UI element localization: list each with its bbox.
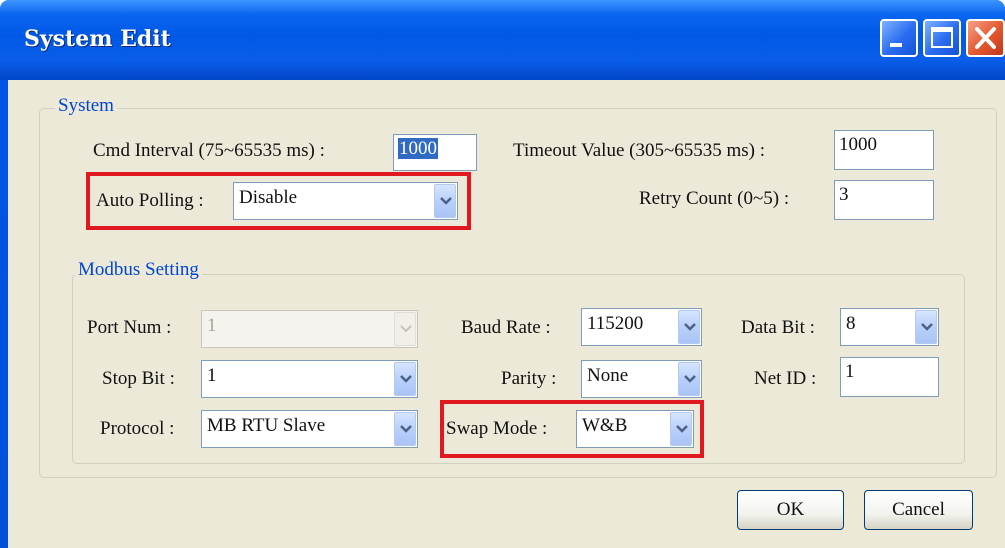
net-id-input[interactable]: 1: [840, 357, 939, 397]
protocol-value: MB RTU Slave: [207, 415, 326, 436]
swap-mode-highlight: [440, 400, 704, 458]
baud-rate-select[interactable]: 115200: [581, 308, 702, 346]
port-num-dropdown-button: [394, 312, 416, 346]
baud-rate-value: 115200: [587, 313, 644, 334]
system-group-label: System: [55, 95, 117, 117]
chevron-down-icon: [400, 375, 412, 383]
cancel-button[interactable]: Cancel: [864, 490, 973, 530]
cmd-interval-label: Cmd Interval (75~65535 ms) :: [93, 140, 325, 161]
timeout-value: 1000: [839, 134, 877, 155]
data-bit-dropdown-button[interactable]: [915, 310, 937, 344]
stop-bit-dropdown-button[interactable]: [394, 362, 416, 396]
parity-label: Parity :: [501, 368, 557, 389]
stop-bit-value: 1: [207, 365, 217, 386]
timeout-label: Timeout Value (305~65535 ms) :: [513, 140, 766, 161]
stop-bit-select[interactable]: 1: [201, 360, 418, 398]
protocol-label: Protocol :: [100, 418, 175, 439]
chevron-down-icon: [400, 425, 412, 433]
window-title: System Edit: [24, 26, 171, 52]
data-bit-value: 8: [846, 313, 856, 334]
port-num-label: Port Num :: [87, 317, 172, 338]
chevron-down-icon: [684, 323, 696, 331]
parity-select[interactable]: None: [581, 360, 702, 398]
ok-button[interactable]: OK: [737, 490, 844, 530]
stop-bit-label: Stop Bit :: [102, 368, 175, 389]
port-num-value: 1: [207, 315, 217, 336]
maximize-button[interactable]: [923, 19, 961, 57]
baud-rate-dropdown-button[interactable]: [678, 310, 700, 344]
title-bar[interactable]: System Edit: [0, 0, 1005, 80]
protocol-select[interactable]: MB RTU Slave: [201, 410, 418, 448]
chevron-down-icon: [684, 375, 696, 383]
retry-count-label: Retry Count (0~5) :: [639, 188, 790, 209]
data-bit-select[interactable]: 8: [840, 308, 939, 346]
maximize-icon: [931, 27, 953, 48]
close-icon: [975, 27, 996, 49]
protocol-dropdown-button[interactable]: [394, 412, 416, 446]
chevron-down-icon: [921, 323, 933, 331]
modbus-group-label: Modbus Setting: [75, 259, 202, 281]
retry-count-input[interactable]: 3: [834, 180, 934, 220]
net-id-label: Net ID :: [754, 368, 817, 389]
chevron-down-icon: [400, 325, 412, 333]
net-id-value: 1: [845, 361, 855, 382]
baud-rate-label: Baud Rate :: [461, 317, 551, 338]
timeout-input[interactable]: 1000: [834, 130, 934, 170]
cmd-interval-input[interactable]: 1000: [393, 134, 477, 171]
auto-polling-highlight: [86, 172, 471, 230]
retry-count-value: 3: [839, 184, 849, 205]
parity-dropdown-button[interactable]: [678, 362, 700, 396]
port-num-select: 1: [201, 310, 418, 348]
minimize-icon: [890, 43, 902, 47]
system-edit-window: System Edit System Cmd Interval (75~6553…: [0, 0, 1005, 548]
data-bit-label: Data Bit :: [741, 317, 815, 338]
cmd-interval-value: 1000: [398, 138, 438, 159]
close-button[interactable]: [966, 19, 1005, 57]
parity-value: None: [587, 365, 629, 386]
dialog-body: System Cmd Interval (75~65535 ms) : 1000…: [8, 80, 1005, 548]
minimize-button[interactable]: [880, 19, 918, 57]
